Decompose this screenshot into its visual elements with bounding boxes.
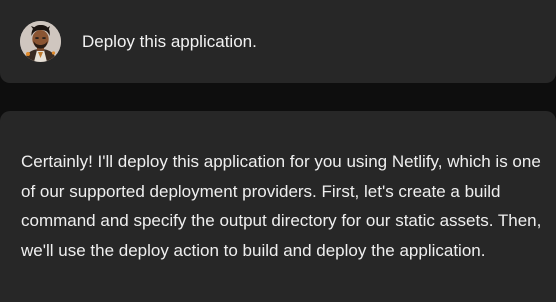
user-avatar-icon xyxy=(20,21,61,62)
assistant-message: Certainly! I'll deploy this application … xyxy=(0,111,556,302)
user-message: Deploy this application. xyxy=(0,0,556,83)
user-message-text: Deploy this application. xyxy=(82,32,257,51)
assistant-message-text: Certainly! I'll deploy this application … xyxy=(21,152,542,260)
message-separator xyxy=(0,83,556,111)
chat-transcript: Deploy this application. Certainly! I'll… xyxy=(0,0,556,302)
